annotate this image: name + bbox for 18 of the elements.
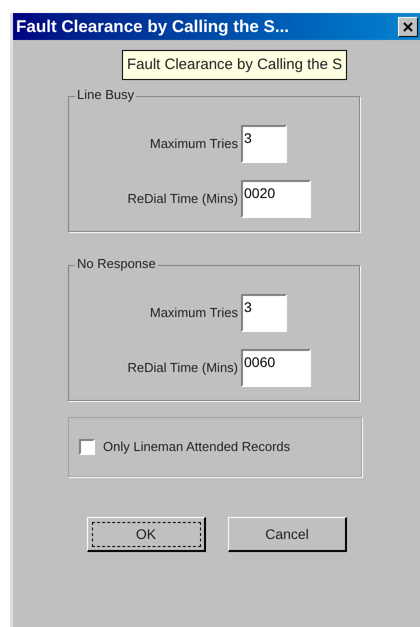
group-title: No Response [75, 257, 158, 270]
checkbox[interactable] [79, 439, 95, 455]
field-label: Maximum Tries [148, 304, 239, 322]
input-field[interactable]: 3 [241, 294, 287, 332]
tooltip: Fault Clearance by Calling the S [122, 50, 348, 80]
window-title: Fault Clearance by Calling the S... [16, 16, 290, 38]
close-icon [403, 22, 413, 32]
checkbox-label: Only Lineman Attended Records [103, 438, 290, 456]
field-label: Maximum Tries [148, 135, 239, 154]
input-field[interactable]: 3 [241, 125, 287, 163]
dialog-button[interactable]: Cancel [228, 517, 347, 552]
field-label: ReDial Time (Mins) [126, 190, 239, 208]
group-title: Line Busy [75, 88, 136, 101]
dialog-button[interactable]: OK [87, 517, 206, 552]
input-field[interactable]: 0060 [241, 349, 311, 387]
field-label: ReDial Time (Mins) [126, 359, 239, 378]
input-field[interactable]: 0020 [241, 180, 311, 218]
close-button[interactable] [398, 16, 418, 36]
